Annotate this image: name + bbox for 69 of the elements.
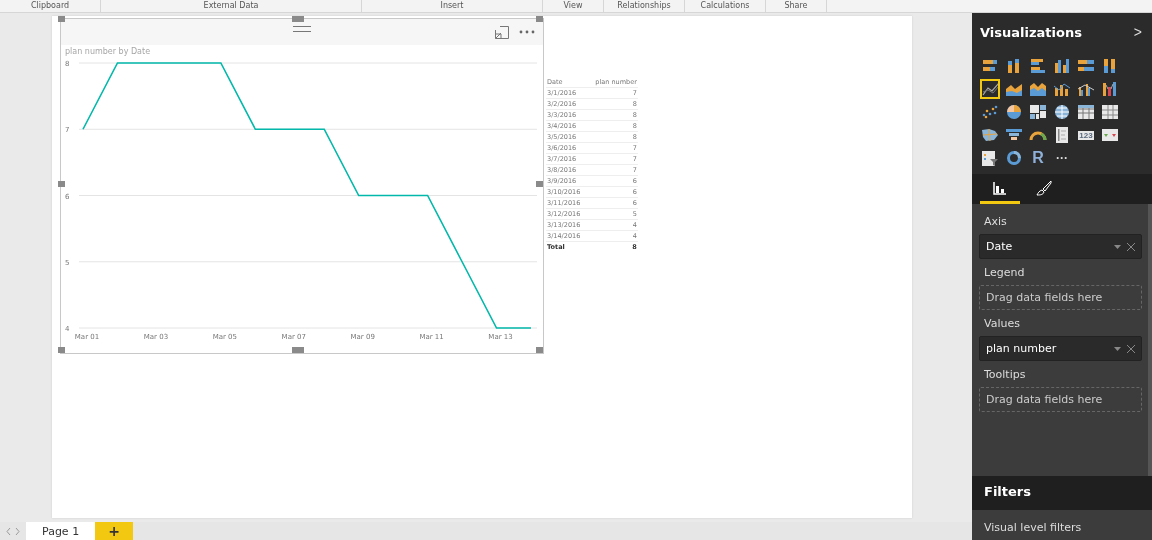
filter-section-label: Visual level filters bbox=[972, 510, 1152, 540]
pane-title: Visualizations bbox=[980, 24, 1082, 40]
resize-handle[interactable] bbox=[58, 181, 65, 187]
chart-type-icon bbox=[1101, 126, 1119, 144]
field-well-label: Legend bbox=[983, 265, 1026, 281]
bar-chart-icon bbox=[993, 180, 1007, 195]
filters-title: Filters bbox=[972, 476, 1152, 510]
page-tab[interactable]: Page 1 bbox=[26, 522, 96, 540]
resize-handle[interactable] bbox=[292, 347, 304, 353]
more-options-icon[interactable] bbox=[519, 30, 535, 34]
remove-icon[interactable] bbox=[1127, 242, 1135, 251]
chart-type-icon bbox=[1029, 103, 1047, 121]
chart-type-icon bbox=[1077, 103, 1095, 121]
ribbon-group-label: External Data bbox=[101, 0, 362, 12]
resize-handle[interactable] bbox=[536, 347, 543, 353]
more-visuals-button[interactable]: ··· bbox=[1052, 148, 1072, 168]
field-well-label: Values bbox=[983, 316, 1021, 332]
ribbon-group-label: Relationships bbox=[604, 0, 685, 12]
chart-type-icon bbox=[981, 126, 999, 144]
visual-type-button[interactable] bbox=[1028, 102, 1048, 122]
resize-handle[interactable] bbox=[58, 16, 65, 22]
r-visual-button[interactable]: R bbox=[1028, 148, 1048, 168]
field-well[interactable]: plan number bbox=[979, 336, 1142, 361]
chart-type-icon bbox=[1101, 103, 1119, 121]
chart-type-icon bbox=[981, 103, 999, 121]
chart-type-icon bbox=[1005, 103, 1023, 121]
chart-type-icon bbox=[981, 149, 999, 167]
visual-type-button[interactable] bbox=[1052, 102, 1072, 122]
chart-type-icon bbox=[1029, 57, 1047, 75]
chart-type-icon bbox=[1005, 149, 1023, 167]
field-name: plan number bbox=[986, 342, 1057, 355]
dropdown-caret-icon[interactable] bbox=[1114, 346, 1121, 351]
resize-handle[interactable] bbox=[292, 16, 304, 22]
visual-type-button[interactable] bbox=[1028, 56, 1048, 76]
drop-zone[interactable]: Drag data fields here bbox=[979, 285, 1142, 310]
visual-type-button[interactable] bbox=[1052, 56, 1072, 76]
ribbon-group-label: Calculations bbox=[685, 0, 766, 12]
field-well-label: Axis bbox=[983, 214, 1008, 230]
chart-title: plan number by Date bbox=[64, 46, 152, 56]
drag-handle-icon[interactable] bbox=[293, 25, 311, 33]
field-name: Date bbox=[986, 240, 1013, 253]
chart-type-icon bbox=[1053, 126, 1071, 144]
focus-mode-icon[interactable] bbox=[495, 25, 509, 39]
chart-type-icon bbox=[1101, 80, 1119, 98]
visual-type-button[interactable] bbox=[1076, 102, 1096, 122]
chart-type-icon bbox=[1053, 57, 1071, 75]
add-page-button[interactable]: + bbox=[95, 522, 134, 540]
drop-zone[interactable]: Drag data fields here bbox=[979, 387, 1142, 412]
field-well[interactable]: Date bbox=[979, 234, 1142, 259]
field-well-label: Tooltips bbox=[983, 367, 1027, 383]
visual-type-button[interactable] bbox=[1004, 102, 1024, 122]
visual-type-button[interactable] bbox=[1004, 148, 1024, 168]
collapse-button[interactable]: > bbox=[1129, 24, 1146, 40]
resize-handle[interactable] bbox=[536, 181, 543, 187]
ribbon-group-label: Clipboard bbox=[0, 0, 101, 12]
resize-handle[interactable] bbox=[58, 347, 65, 353]
ribbon-group-label: Insert bbox=[362, 0, 543, 12]
card-visual-button[interactable]: 123 bbox=[1076, 125, 1096, 145]
visual-type-button[interactable] bbox=[1100, 102, 1120, 122]
resize-handle[interactable] bbox=[536, 16, 543, 22]
ribbon-group-label: View bbox=[543, 0, 604, 12]
remove-icon[interactable] bbox=[1127, 344, 1135, 353]
chart-type-icon bbox=[1029, 80, 1047, 98]
visual-type-button[interactable] bbox=[980, 148, 1000, 168]
visual-type-button[interactable] bbox=[980, 79, 1000, 99]
dropdown-caret-icon[interactable] bbox=[1114, 244, 1121, 249]
ribbon-group-label: Share bbox=[766, 0, 827, 12]
chart-type-icon bbox=[1053, 103, 1071, 121]
paintbrush-icon bbox=[1036, 179, 1052, 196]
